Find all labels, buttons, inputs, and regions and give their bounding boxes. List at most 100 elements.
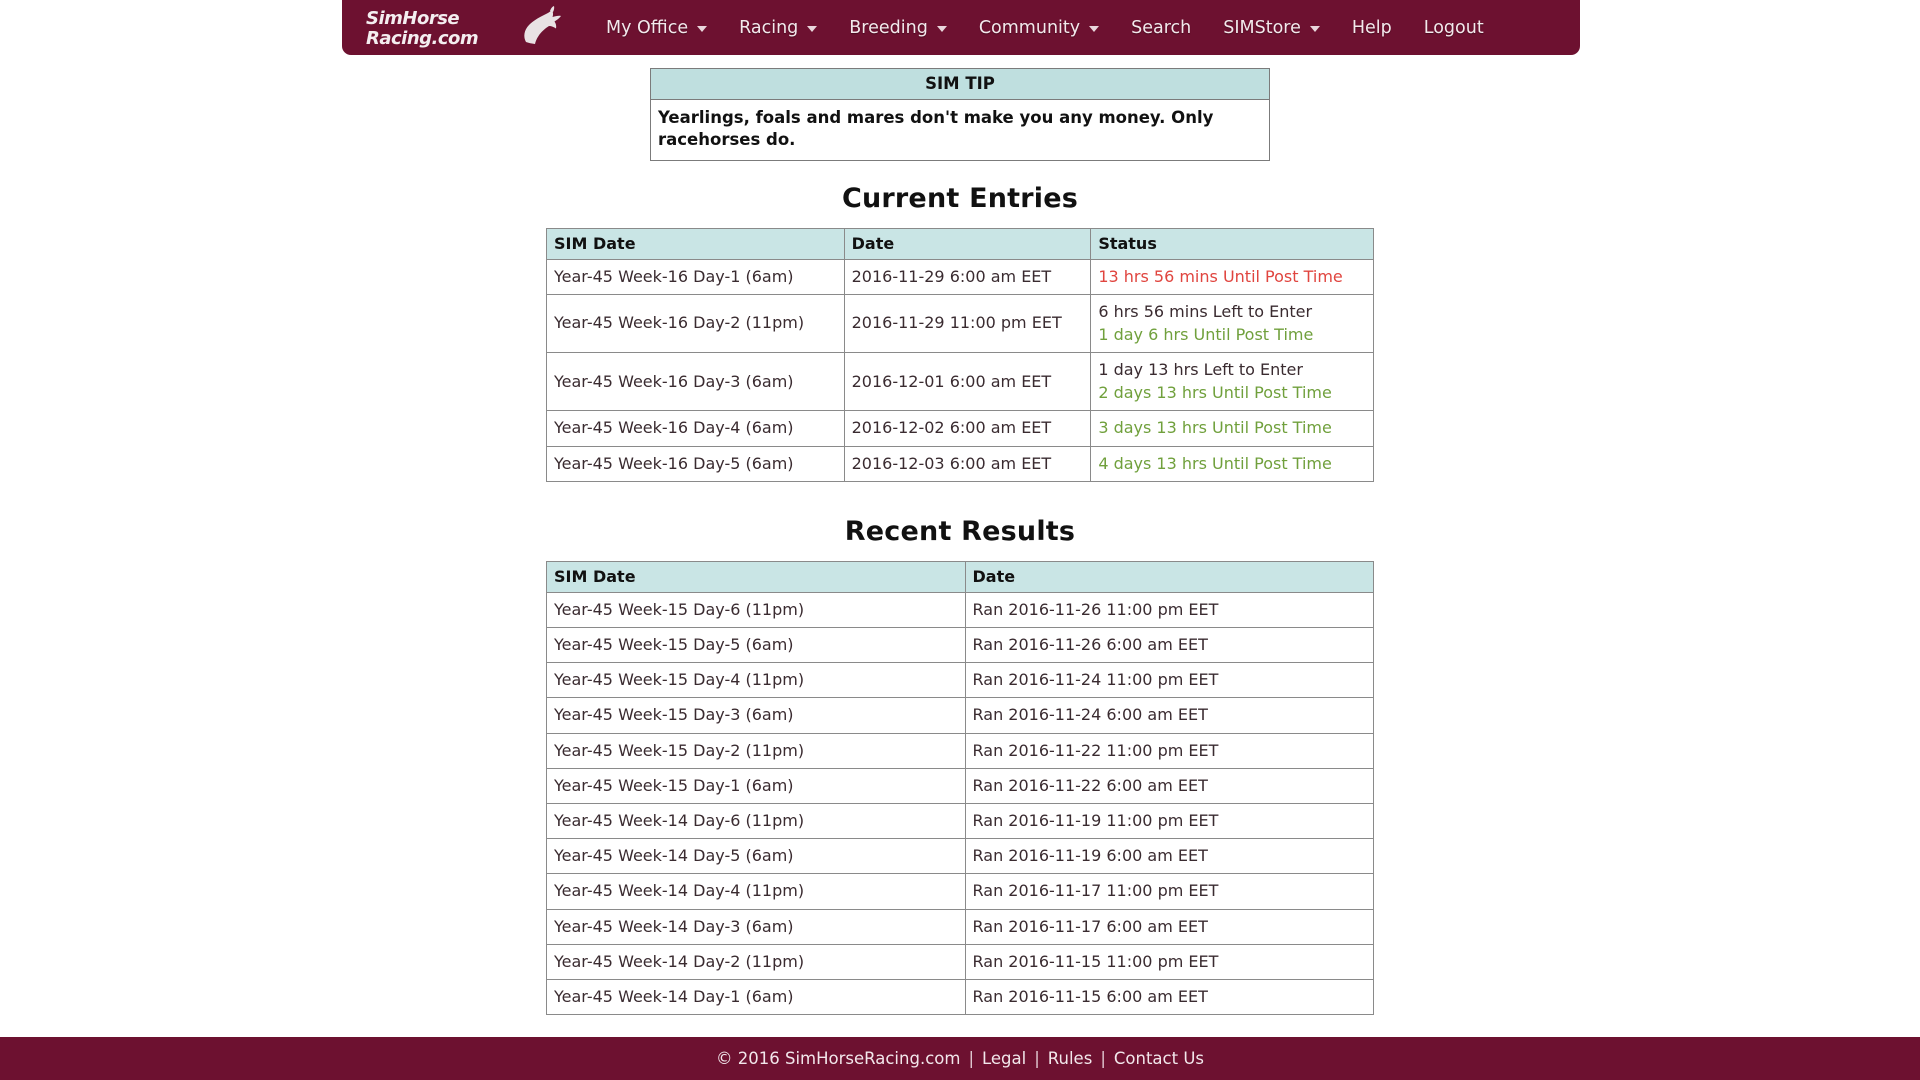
cell-sim-date: Year-45 Week-15 Day-5 (6am) bbox=[546, 627, 966, 664]
nav-label: Breeding bbox=[849, 17, 928, 38]
table-row: Year-45 Week-15 Day-1 (6am) Ran 2016-11-2… bbox=[546, 767, 1374, 804]
current-entries-title: Current Entries bbox=[841, 182, 1079, 214]
recent-results-table: SIM Date Date Year-45 Week-15 Day-6 (11p… bbox=[546, 560, 1374, 1016]
table-row: Year-45 Week-15 Day-2 (11pm) Ran 2016-11-… bbox=[546, 732, 1374, 769]
cell-sim-date: Year-45 Week-14 Day-1 (6am) bbox=[546, 978, 966, 1016]
footer-link-rules[interactable]: Rules bbox=[1048, 1049, 1093, 1068]
cell-status: 3 days 13 hrs Until Post Time bbox=[1090, 410, 1374, 447]
column-header-sim-date: SIM Date bbox=[546, 560, 966, 593]
cell-date: Ran 2016-11-19 11:00 pm EET bbox=[964, 802, 1374, 840]
table-row: Year-45 Week-16 Day-2 (11pm) 2016-11-29 1… bbox=[546, 293, 1374, 354]
footer-separator: | bbox=[1034, 1049, 1040, 1068]
cell-sim-date: Year-45 Week-15 Day-3 (6am) bbox=[546, 697, 966, 734]
table-row: Year-45 Week-15 Day-4 (11pm) Ran 2016-11-… bbox=[546, 662, 1374, 699]
cell-date: 2016-12-02 6:00 am EET bbox=[843, 410, 1092, 447]
svg-text:Racing.com: Racing.com bbox=[366, 28, 478, 49]
column-header-sim-date: SIM Date bbox=[546, 227, 845, 260]
cell-sim-date: Year-45 Week-15 Day-4 (11pm) bbox=[546, 662, 966, 699]
table-row: Year-45 Week-14 Day-3 (6am) Ran 2016-11-1… bbox=[546, 908, 1374, 945]
site-footer: © 2016 SimHorseRacing.com | Legal | Rule… bbox=[0, 1037, 1920, 1080]
site-logo[interactable]: SimHorse Racing.com bbox=[366, 0, 562, 55]
cell-date: 2016-11-29 6:00 am EET bbox=[843, 258, 1092, 295]
cell-sim-date: Year-45 Week-16 Day-5 (6am) bbox=[546, 445, 845, 482]
nav-item-breeding[interactable]: Breeding bbox=[833, 0, 963, 55]
chevron-down-icon bbox=[1089, 26, 1100, 32]
chevron-down-icon bbox=[807, 26, 818, 32]
svg-text:SimHorse: SimHorse bbox=[366, 8, 459, 29]
cell-status: 4 days 13 hrs Until Post Time bbox=[1090, 445, 1374, 482]
nav-label: Logout bbox=[1423, 17, 1484, 38]
table-row: Year-45 Week-14 Day-5 (6am) Ran 2016-11-1… bbox=[546, 838, 1374, 875]
table-row: Year-45 Week-14 Day-4 (11pm) Ran 2016-11-… bbox=[546, 873, 1374, 910]
cell-date: Ran 2016-11-19 6:00 am EET bbox=[964, 838, 1374, 875]
chevron-down-icon bbox=[697, 26, 708, 32]
cell-date: Ran 2016-11-22 6:00 am EET bbox=[964, 767, 1374, 804]
footer-link-legal[interactable]: Legal bbox=[982, 1049, 1026, 1068]
cell-date: Ran 2016-11-17 11:00 pm EET bbox=[964, 873, 1374, 910]
footer-separator: | bbox=[968, 1049, 974, 1068]
status-line: 13 hrs 56 mins Until Post Time bbox=[1098, 266, 1343, 286]
cell-date: Ran 2016-11-26 11:00 pm EET bbox=[964, 591, 1374, 629]
page-content: SIM TIP Yearlings, foals and mares don't… bbox=[0, 55, 1920, 1016]
nav-label: Search bbox=[1131, 17, 1192, 38]
status-line: 1 day 6 hrs Until Post Time bbox=[1098, 324, 1314, 344]
cell-date: Ran 2016-11-17 6:00 am EET bbox=[964, 908, 1374, 945]
cell-date: Ran 2016-11-22 11:00 pm EET bbox=[964, 732, 1374, 769]
table-row: Year-45 Week-15 Day-3 (6am) Ran 2016-11-2… bbox=[546, 697, 1374, 734]
cell-sim-date: Year-45 Week-14 Day-5 (6am) bbox=[546, 838, 966, 875]
table-row: Year-45 Week-14 Day-2 (11pm) Ran 2016-11-… bbox=[546, 943, 1374, 980]
chevron-down-icon bbox=[936, 26, 947, 32]
cell-date: Ran 2016-11-15 11:00 pm EET bbox=[964, 943, 1374, 980]
nav-item-logout[interactable]: Logout bbox=[1408, 0, 1500, 55]
main-navigation: My Office Racing Breeding Community Sear… bbox=[590, 0, 1500, 55]
cell-sim-date: Year-45 Week-15 Day-2 (11pm) bbox=[546, 732, 966, 769]
nav-item-search[interactable]: Search bbox=[1115, 0, 1207, 55]
cell-date: Ran 2016-11-15 6:00 am EET bbox=[964, 978, 1374, 1016]
cell-date: Ran 2016-11-24 6:00 am EET bbox=[964, 697, 1374, 734]
cell-sim-date: Year-45 Week-14 Day-4 (11pm) bbox=[546, 873, 966, 910]
table-row: Year-45 Week-15 Day-5 (6am) Ran 2016-11-2… bbox=[546, 627, 1374, 664]
nav-item-simstore[interactable]: SIMStore bbox=[1207, 0, 1336, 55]
cell-sim-date: Year-45 Week-16 Day-3 (6am) bbox=[546, 352, 845, 412]
table-row: Year-45 Week-14 Day-1 (6am) Ran 2016-11-1… bbox=[546, 978, 1374, 1016]
table-row: Year-45 Week-15 Day-6 (11pm) Ran 2016-11-… bbox=[546, 591, 1374, 629]
cell-sim-date: Year-45 Week-15 Day-6 (11pm) bbox=[546, 591, 966, 629]
status-line: 1 day 13 hrs Left to Enter bbox=[1098, 360, 1303, 380]
nav-label: Racing bbox=[739, 17, 799, 38]
table-row: Year-45 Week-16 Day-3 (6am) 2016-12-01 6:… bbox=[546, 352, 1374, 412]
table-header-row: SIM Date Date bbox=[546, 560, 1374, 593]
sim-tip-text: Yearlings, foals and mares don't make yo… bbox=[658, 108, 1214, 149]
cell-sim-date: Year-45 Week-14 Day-2 (11pm) bbox=[546, 943, 966, 980]
table-row: Year-45 Week-16 Day-4 (6am) 2016-12-02 6:… bbox=[546, 410, 1374, 447]
table-row: Year-45 Week-16 Day-1 (6am) 2016-11-29 6:… bbox=[546, 258, 1374, 295]
cell-sim-date: Year-45 Week-16 Day-2 (11pm) bbox=[546, 293, 845, 354]
site-header: SimHorse Racing.com My Office Racing Bre… bbox=[342, 0, 1580, 55]
footer-link-contact-us[interactable]: Contact Us bbox=[1114, 1049, 1204, 1068]
cell-sim-date: Year-45 Week-16 Day-1 (6am) bbox=[546, 258, 845, 295]
cell-sim-date: Year-45 Week-14 Day-3 (6am) bbox=[546, 908, 966, 945]
column-header-date: Date bbox=[843, 227, 1092, 260]
status-line: 3 days 13 hrs Until Post Time bbox=[1098, 418, 1332, 438]
nav-label: SIMStore bbox=[1223, 17, 1301, 38]
simhorse-racing-logo-icon: SimHorse Racing.com bbox=[366, 5, 561, 49]
status-line: 4 days 13 hrs Until Post Time bbox=[1098, 453, 1332, 473]
cell-date: Ran 2016-11-24 11:00 pm EET bbox=[964, 662, 1374, 699]
cell-date: 2016-11-29 11:00 pm EET bbox=[843, 293, 1092, 354]
nav-item-community[interactable]: Community bbox=[963, 0, 1115, 55]
cell-date: Ran 2016-11-26 6:00 am EET bbox=[964, 627, 1374, 664]
table-row: Year-45 Week-16 Day-5 (6am) 2016-12-03 6:… bbox=[546, 445, 1374, 482]
nav-item-help[interactable]: Help bbox=[1336, 0, 1408, 55]
footer-separator: | bbox=[1100, 1049, 1106, 1068]
status-line: 6 hrs 56 mins Left to Enter bbox=[1098, 301, 1313, 321]
cell-sim-date: Year-45 Week-15 Day-1 (6am) bbox=[546, 767, 966, 804]
nav-label: My Office bbox=[606, 17, 689, 38]
table-header-row: SIM Date Date Status bbox=[546, 227, 1374, 260]
recent-results-title: Recent Results bbox=[844, 515, 1076, 547]
cell-sim-date: Year-45 Week-14 Day-6 (11pm) bbox=[546, 802, 966, 840]
cell-status: 6 hrs 56 mins Left to Enter 1 day 6 hrs U… bbox=[1090, 293, 1374, 354]
sim-tip-heading: SIM TIP bbox=[651, 69, 1269, 100]
nav-item-racing[interactable]: Racing bbox=[723, 0, 833, 55]
cell-status: 1 day 13 hrs Left to Enter 2 days 13 hrs … bbox=[1090, 352, 1374, 412]
nav-label: Community bbox=[978, 17, 1081, 38]
nav-item-my-office[interactable]: My Office bbox=[590, 0, 723, 55]
